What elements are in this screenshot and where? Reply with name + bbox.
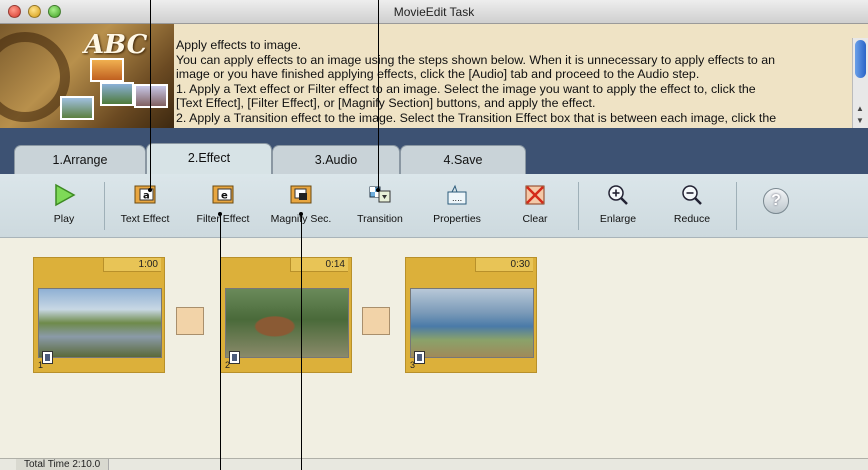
banner-photo [134,84,168,108]
step-tabs: 1.Arrange 2.Effect 3.Audio 4.Save [0,128,868,174]
reduce-button[interactable]: Reduce [664,176,720,236]
clip-thumbnail [38,288,162,358]
status-bar: Total Time 2:10.0 [0,458,868,470]
clip-card[interactable]: 0:14 2 [220,257,352,373]
callout-line [150,0,151,190]
clip-duration: 1:00 [103,258,161,272]
clip-duration: 0:14 [290,258,348,272]
filter-effect-icon: e [212,185,234,204]
transition-slot[interactable] [176,307,204,335]
text-effect-button[interactable]: a Text Effect [112,176,178,236]
transition-slot[interactable] [362,307,390,335]
reduce-label: Reduce [673,213,711,225]
svg-text:a: a [143,191,150,202]
play-button[interactable]: Play [40,176,88,236]
instructions-text: Apply effects to image. You can apply ef… [176,38,852,128]
total-time: Total Time 2:10.0 [16,459,110,470]
tab-audio[interactable]: 3.Audio [272,145,400,174]
toolbar-separator [736,182,737,230]
film-icon [414,351,425,364]
callout-line [220,214,221,470]
scroll-thumb[interactable] [855,40,866,78]
properties-button[interactable]: .... Properties [426,176,488,236]
svg-text:e: e [221,191,228,202]
callout-dot [299,212,303,216]
storyboard-area: 1:00 1 0:14 2 0:30 3 [0,238,868,458]
clip-card[interactable]: 1:00 1 [33,257,165,373]
scroll-up-arrow-icon[interactable]: ▲ [856,104,864,113]
properties-label: Properties [433,213,481,225]
toolbar-separator [104,182,105,230]
filter-effect-label: Filter Effect [196,213,250,225]
instructions-scrollbar[interactable]: ▲ ▼ [852,38,868,128]
effect-toolbar: Play a Text Effect e Filter Effect Magni… [0,174,868,238]
banner-photo [90,58,124,82]
instructions-heading: Apply effects to image. [176,38,302,52]
properties-icon: .... [447,184,467,205]
callout-line [301,214,302,470]
instructions-line: [Text Effect], [Filter Effect], or [Magn… [176,96,596,110]
callout-line [378,0,379,190]
text-effect-label: Text Effect [120,213,170,225]
play-icon [55,183,76,207]
clear-icon [525,185,545,205]
instructions-line: 2. Apply a Transition effect to the imag… [176,110,777,125]
svg-text:....: .... [452,194,462,203]
banner-photo [60,96,94,120]
film-icon [42,351,53,364]
callout-dot [148,188,152,192]
instructions-line: image or you have finished applying effe… [176,67,700,81]
film-icon [229,351,240,364]
magnify-icon [290,185,312,204]
enlarge-label: Enlarge [599,213,637,225]
help-icon: ? [763,188,789,214]
toolbar-separator [578,182,579,230]
clip-number: 2 [225,360,231,370]
clip-thumbnail [225,288,349,358]
transition-label: Transition [357,213,403,225]
tab-effect[interactable]: 2.Effect [146,143,272,174]
instructions-line: 1. Apply a Text effect or Filter effect … [176,81,756,96]
clip-number: 1 [38,360,44,370]
clear-label: Clear [522,213,548,225]
clip-thumbnail [410,288,534,358]
filter-effect-button[interactable]: e Filter Effect [188,176,258,236]
clip-duration: 0:30 [475,258,533,272]
callout-dot [218,212,222,216]
banner-logo-text: ABC [84,30,148,60]
callout-dot [376,188,380,192]
instructions-line: You can apply effects to an image using … [176,52,776,67]
enlarge-icon [608,185,628,205]
window-title: MovieEdit Task [393,5,475,19]
clip-number: 3 [410,360,416,370]
transition-icon [369,186,391,203]
clear-button[interactable]: Clear [512,176,558,236]
clip-card[interactable]: 0:30 3 [405,257,537,373]
play-label: Play [53,213,75,225]
enlarge-button[interactable]: Enlarge [590,176,646,236]
banner-photo [100,82,134,106]
help-button[interactable]: ? [758,176,794,236]
tab-save[interactable]: 4.Save [400,145,526,174]
header-panel: ABC Apply effects to image. You can appl… [0,24,868,128]
title-bar: MovieEdit Task [0,0,868,24]
reduce-icon [682,185,702,205]
tab-arrange[interactable]: 1.Arrange [14,145,146,174]
text-effect-icon: a [134,185,156,204]
banner-image: ABC [0,24,174,128]
transition-button[interactable]: Transition [350,176,410,236]
scroll-down-arrow-icon[interactable]: ▼ [856,116,864,125]
